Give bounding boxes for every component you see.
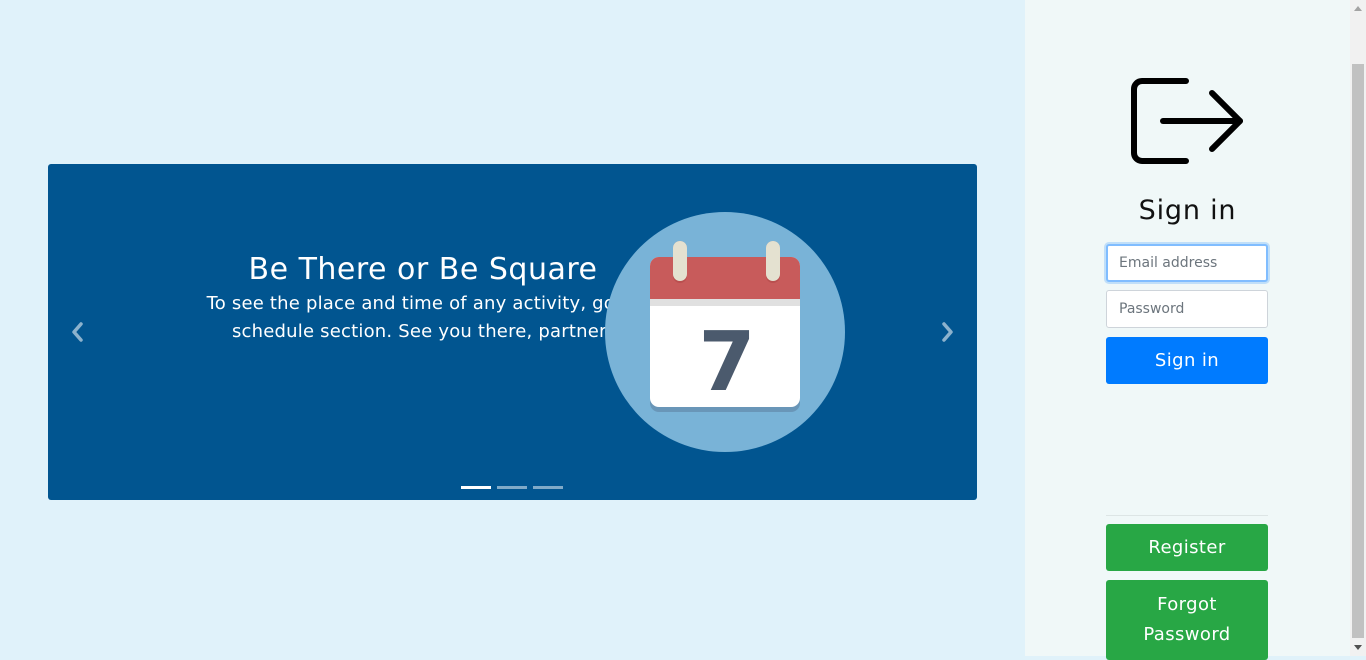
password-field[interactable] <box>1106 290 1268 328</box>
slide-caption: Be There or Be Square To see the place a… <box>178 252 668 346</box>
arrow-down-icon <box>1354 645 1362 650</box>
carousel-next-button[interactable] <box>936 318 960 346</box>
sign-in-button[interactable]: Sign in <box>1106 337 1268 384</box>
divider <box>1106 515 1268 516</box>
register-button[interactable]: Register <box>1106 524 1268 571</box>
chevron-right-icon <box>942 322 953 342</box>
sign-in-sidebar: Sign in Sign in Register Forgot Password <box>1025 0 1350 660</box>
logout-icon <box>1131 78 1243 164</box>
scroll-up-button[interactable] <box>1350 0 1366 16</box>
slide-title: Be There or Be Square <box>248 252 598 287</box>
chevron-left-icon <box>72 322 83 342</box>
carousel: Be There or Be Square To see the place a… <box>48 164 977 500</box>
carousel-indicators <box>461 486 563 489</box>
email-field[interactable] <box>1106 244 1268 282</box>
scroll-thumb[interactable] <box>1352 64 1364 638</box>
main-area: Be There or Be Square To see the place a… <box>0 0 1025 656</box>
carousel-prev-button[interactable] <box>65 318 89 346</box>
carousel-indicator[interactable] <box>497 486 527 489</box>
slide-description: To see the place and time of any activit… <box>206 293 640 342</box>
scrollbar[interactable] <box>1350 0 1366 656</box>
calendar-icon: 7 <box>605 212 845 452</box>
calendar-day: 7 <box>698 315 755 410</box>
sign-in-title: Sign in <box>1138 195 1237 226</box>
forgot-password-button[interactable]: Forgot Password <box>1106 580 1268 660</box>
carousel-indicator[interactable] <box>461 486 491 489</box>
arrow-up-icon <box>1354 6 1362 11</box>
scroll-down-button[interactable] <box>1350 640 1366 656</box>
carousel-indicator[interactable] <box>533 486 563 489</box>
